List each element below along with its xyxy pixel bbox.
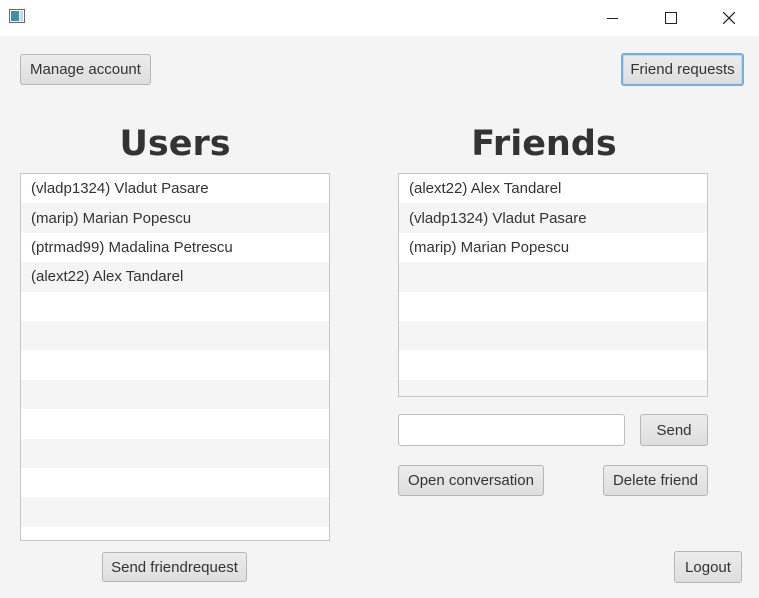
friend-requests-button[interactable]: Friend requests	[621, 53, 744, 86]
users-list[interactable]: (vladp1324) Vladut Pasare (marip) Marian…	[20, 173, 330, 541]
window-titlebar	[0, 0, 759, 36]
send-message-button[interactable]: Send	[640, 414, 708, 446]
minimize-button[interactable]	[584, 0, 642, 36]
message-input[interactable]	[398, 414, 625, 446]
user-list-item[interactable]: (marip) Marian Popescu	[21, 203, 329, 233]
empty-list-row	[399, 379, 707, 396]
friends-list[interactable]: (alext22) Alex Tandarel (vladp1324) Vlad…	[398, 173, 708, 397]
empty-list-row	[21, 497, 329, 527]
friend-list-item[interactable]: (vladp1324) Vladut Pasare	[399, 203, 707, 233]
maximize-button[interactable]	[642, 0, 700, 36]
delete-friend-button[interactable]: Delete friend	[603, 465, 708, 496]
user-list-item[interactable]: (ptrmad99) Madalina Petrescu	[21, 232, 329, 263]
friends-heading: Friends	[471, 124, 617, 164]
empty-list-row	[21, 467, 329, 498]
send-friend-request-button[interactable]: Send friendrequest	[102, 552, 247, 582]
empty-list-row	[21, 320, 329, 351]
empty-list-row	[21, 291, 329, 321]
empty-list-row	[21, 526, 329, 540]
empty-list-row	[21, 409, 329, 439]
user-list-item[interactable]: (alext22) Alex Tandarel	[21, 262, 329, 292]
empty-list-row	[399, 350, 707, 380]
open-conversation-button[interactable]: Open conversation	[398, 465, 544, 496]
maximize-icon	[665, 12, 677, 24]
empty-list-row	[399, 262, 707, 292]
empty-list-row	[21, 350, 329, 380]
close-icon	[723, 12, 735, 24]
friend-list-item[interactable]: (alext22) Alex Tandarel	[399, 174, 707, 204]
minimize-icon	[607, 18, 618, 19]
users-heading: Users	[119, 124, 231, 164]
close-button[interactable]	[700, 0, 758, 36]
app-icon	[9, 9, 25, 23]
empty-list-row	[399, 291, 707, 321]
empty-list-row	[21, 438, 329, 468]
empty-list-row	[399, 320, 707, 351]
friend-list-item[interactable]: (marip) Marian Popescu	[399, 232, 707, 263]
empty-list-row	[21, 379, 329, 410]
user-list-item[interactable]: (vladp1324) Vladut Pasare	[21, 174, 329, 204]
logout-button[interactable]: Logout	[674, 551, 742, 583]
manage-account-button[interactable]: Manage account	[20, 54, 151, 85]
